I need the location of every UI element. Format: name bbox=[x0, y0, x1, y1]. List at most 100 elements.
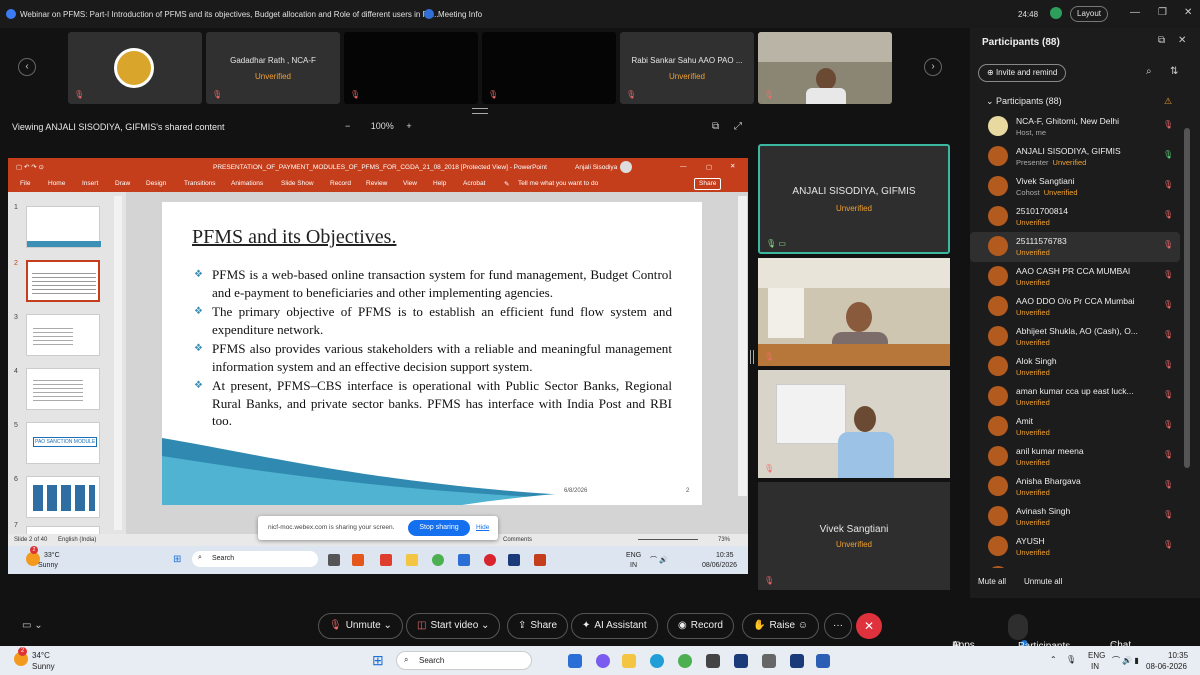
video-tile[interactable]: 🎙 bbox=[758, 370, 950, 478]
ribbon-tab[interactable]: File bbox=[20, 180, 30, 187]
participant-row[interactable]: ANJALI SISODIYA, GIFMIS Presenter Unverifi… bbox=[970, 142, 1180, 172]
ribbon-tab[interactable]: Insert bbox=[82, 180, 98, 187]
mic-muted-icon[interactable]: 🎙 bbox=[1163, 180, 1173, 189]
search-icon[interactable]: ⌕ bbox=[1146, 66, 1152, 77]
captions-icon[interactable]: ▭ ⌄ bbox=[22, 620, 43, 631]
chrome-icon[interactable] bbox=[678, 654, 692, 668]
next-thumbnails-button[interactable]: › bbox=[924, 58, 942, 76]
close-panel-icon[interactable]: ✕ bbox=[1178, 35, 1186, 46]
mic-muted-icon[interactable]: 🎙 bbox=[1163, 120, 1173, 129]
mic-muted-icon[interactable]: 🎙 bbox=[1163, 480, 1173, 489]
app-icon[interactable] bbox=[380, 554, 392, 566]
participant-row[interactable]: Vivek Sangtiani Cohost Unverified 🎙 bbox=[970, 172, 1180, 202]
meeting-info-link[interactable]: Meeting Info bbox=[438, 10, 482, 19]
sort-icon[interactable]: ⇅ bbox=[1170, 66, 1178, 77]
mic-muted-icon[interactable]: 🎙 bbox=[1163, 390, 1173, 399]
app-icon[interactable] bbox=[706, 654, 720, 668]
video-thumbnail[interactable]: Rabi Sankar Sahu AAO PAO ... Unverified … bbox=[620, 32, 754, 104]
popout-panel-icon[interactable]: ⧉ bbox=[1158, 35, 1165, 46]
participant-row[interactable]: Avinash Singh Unverified 🎙 bbox=[970, 502, 1180, 532]
ribbon-tab[interactable]: Review bbox=[366, 180, 387, 187]
webex-taskbar-icon[interactable] bbox=[508, 554, 520, 566]
mic-muted-icon[interactable]: 🎙 bbox=[1163, 510, 1173, 519]
lock-icon[interactable]: ⚠ bbox=[1164, 96, 1172, 107]
ribbon-tab[interactable]: Home bbox=[48, 180, 65, 187]
ribbon-tab[interactable]: Design bbox=[146, 180, 166, 187]
firefox-icon[interactable] bbox=[352, 554, 364, 566]
chrome-icon[interactable] bbox=[432, 554, 444, 566]
slide-thumbnail[interactable]: PAO SANCTION MODULE bbox=[26, 422, 100, 464]
mic-on-icon[interactable]: 🎙 bbox=[1163, 150, 1173, 159]
ribbon-tab[interactable]: Acrobat bbox=[463, 180, 485, 187]
popout-icon[interactable]: ⧉ bbox=[712, 121, 719, 132]
split-handle[interactable] bbox=[750, 350, 754, 364]
ribbon-tab[interactable]: View bbox=[403, 180, 417, 187]
mic-tray-icon[interactable]: 🎙 bbox=[1066, 655, 1076, 664]
ribbon-tab[interactable]: Draw bbox=[115, 180, 130, 187]
mic-muted-icon[interactable]: 🎙 bbox=[1163, 450, 1173, 459]
participant-row[interactable]: Anisha Bhargava Unverified 🎙 bbox=[970, 472, 1180, 502]
close-icon[interactable]: ✕ bbox=[1184, 7, 1192, 18]
ribbon-tab[interactable]: Help bbox=[433, 180, 446, 187]
end-call-button[interactable]: ✕ bbox=[856, 613, 882, 639]
mic-muted-icon[interactable]: 🎙 bbox=[1163, 360, 1173, 369]
video-tile[interactable]: 🎙 bbox=[758, 258, 950, 366]
participant-row[interactable]: aman kumar cca up east luck... Unverified… bbox=[970, 382, 1180, 412]
video-thumbnail[interactable]: 🎙 bbox=[344, 32, 478, 104]
maximize-icon[interactable]: ❐ bbox=[1158, 7, 1167, 18]
mic-muted-icon[interactable]: 🎙 bbox=[1163, 210, 1173, 219]
thumbs-scrollbar[interactable] bbox=[114, 196, 122, 530]
layout-button[interactable]: Layout bbox=[1070, 6, 1109, 22]
edge-icon[interactable] bbox=[458, 554, 470, 566]
edge-icon[interactable] bbox=[650, 654, 664, 668]
taskbar-search[interactable]: ⌕ Search bbox=[396, 651, 532, 670]
participant-row[interactable]: Ayush Agarwal🎙 bbox=[970, 562, 1180, 568]
slide-scrollbar[interactable] bbox=[738, 196, 747, 496]
ppt-restore-icon[interactable]: ▢ bbox=[706, 163, 712, 171]
start-video-button[interactable]: ◫ Start video ⌄ bbox=[406, 613, 501, 639]
opera-icon[interactable] bbox=[484, 554, 496, 566]
slide-thumbnail[interactable] bbox=[26, 526, 100, 534]
mic-muted-icon[interactable]: 🎙 bbox=[1163, 420, 1173, 429]
participant-row[interactable]: Alok Singh Unverified 🎙 bbox=[970, 352, 1180, 382]
ppt-minimize-icon[interactable]: — bbox=[680, 163, 687, 170]
participant-row[interactable]: 25111576783 Unverified 🎙 bbox=[970, 232, 1180, 262]
comments-button[interactable]: Comments bbox=[503, 537, 532, 543]
participant-row[interactable]: AYUSH Unverified 🎙 bbox=[970, 532, 1180, 562]
zoom-out-button[interactable]: − bbox=[345, 121, 350, 131]
video-thumbnail[interactable]: 🎙 bbox=[758, 32, 892, 104]
more-options-button[interactable]: ··· bbox=[824, 613, 852, 639]
ppt-share-button[interactable]: Share bbox=[694, 178, 722, 190]
minimize-icon[interactable]: — bbox=[1130, 7, 1140, 18]
tray-chevron-icon[interactable]: ⌃ bbox=[1050, 655, 1057, 664]
share-button[interactable]: ⇪ Share bbox=[507, 613, 569, 639]
active-speaker-tile[interactable]: ANJALI SISODIYA, GIFMIS Unverified 🎙 ▭ bbox=[758, 144, 950, 254]
mic-muted-icon[interactable]: 🎙 bbox=[1163, 300, 1173, 309]
taskbar-search[interactable]: ⌕ Search bbox=[192, 551, 318, 567]
resize-handle[interactable] bbox=[472, 108, 488, 114]
hide-link[interactable]: Hide bbox=[476, 524, 489, 531]
video-thumbnail[interactable]: Gadadhar Rath , NCA-F Unverified 🎙 bbox=[206, 32, 340, 104]
app-icon[interactable] bbox=[568, 654, 582, 668]
ribbon-tab[interactable]: Slide Show bbox=[281, 180, 314, 187]
participant-row[interactable]: Abhijeet Shukla, AO (Cash), O... Unverifi… bbox=[970, 322, 1180, 352]
folder-icon[interactable] bbox=[406, 554, 418, 566]
participants-group-header[interactable]: ⌄ Participants (88) bbox=[986, 96, 1062, 107]
powerpoint-icon[interactable] bbox=[534, 554, 546, 566]
slide-thumbnail-selected[interactable] bbox=[26, 260, 100, 302]
prev-thumbnails-button[interactable]: ‹ bbox=[18, 58, 36, 76]
unmute-all-button[interactable]: Unmute all bbox=[1024, 577, 1062, 586]
wifi-icon[interactable]: ⌒ 🔊 ▮ bbox=[1112, 655, 1139, 666]
zoom-in-button[interactable]: + bbox=[406, 121, 411, 131]
participant-row[interactable]: anil kumar meena Unverified 🎙 bbox=[970, 442, 1180, 472]
participant-row[interactable]: NCA-F, Ghitorni, New Delhi Host, me 🎙 bbox=[970, 112, 1180, 142]
video-thumbnail[interactable]: 🎙 bbox=[482, 32, 616, 104]
participants-button[interactable]: 👤 Participants bbox=[1008, 614, 1070, 652]
webex-taskbar-icon[interactable] bbox=[734, 654, 748, 668]
folder-icon[interactable] bbox=[622, 654, 636, 668]
ai-assistant-button[interactable]: ✦ AI Assistant bbox=[571, 613, 658, 639]
video-tile[interactable]: Vivek Sangtiani Unverified 🎙 bbox=[758, 482, 950, 590]
panel-scrollbar[interactable] bbox=[1184, 128, 1190, 468]
mic-muted-icon[interactable]: 🎙 bbox=[1163, 270, 1173, 279]
ribbon-tab[interactable]: Record bbox=[330, 180, 351, 187]
